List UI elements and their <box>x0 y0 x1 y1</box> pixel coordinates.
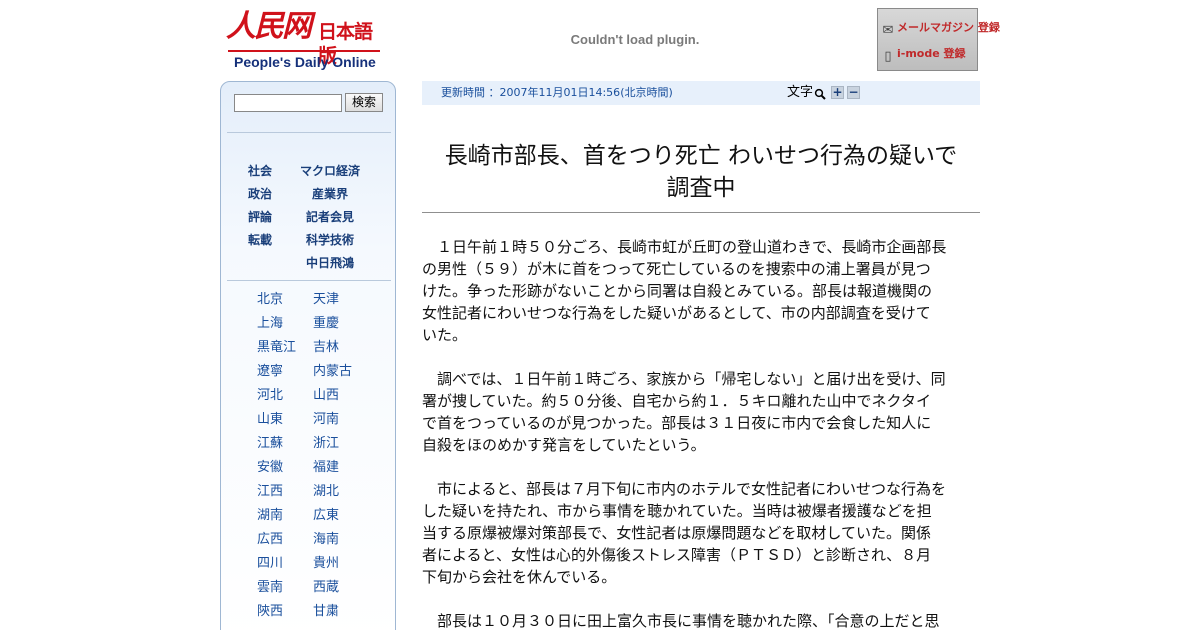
region-link[interactable]: 甘粛 <box>313 604 339 620</box>
region-link[interactable]: 陝西 <box>257 604 283 620</box>
region-link[interactable]: 浙江 <box>313 436 339 452</box>
article-paragraph: 市によると、部長は７月下旬に市内のホテルで女性記者にわいせつな行為を した疑いを… <box>422 480 946 586</box>
region-link[interactable]: 雲南 <box>257 580 283 596</box>
region-link[interactable]: 北京 <box>257 292 283 308</box>
font-size-increase-button[interactable]: + <box>831 86 844 99</box>
logo-english-name: People's Daily Online <box>234 54 376 70</box>
search-button[interactable]: 検索 <box>345 93 383 112</box>
headline-divider <box>422 212 980 213</box>
category-link[interactable]: 政治 <box>248 186 272 202</box>
region-link[interactable]: 重慶 <box>313 316 339 332</box>
category-link[interactable]: 評論 <box>248 209 272 225</box>
region-link[interactable]: 山東 <box>257 412 283 428</box>
sidebar-divider <box>227 280 391 281</box>
sidebar: 検索 社会 政治 評論 転載 マクロ経済 産業界 記者会見 科学技術 中日飛鴻 … <box>220 81 396 630</box>
sidebar-divider <box>227 132 391 133</box>
category-link[interactable]: 科学技術 <box>306 232 354 248</box>
article-paragraph: 部長は１０月３０日に田上富久市長に事情を聴かれた際、「合意の上だと思 <box>422 612 940 630</box>
category-link[interactable]: 転載 <box>248 232 272 248</box>
mail-magazine-label: メールマガジン 登録 <box>897 21 1000 34</box>
plugin-error-message: Couldn't load plugin. <box>570 32 700 47</box>
mail-magazine-register-link[interactable]: ✉ メールマガジン 登録 <box>881 16 1000 40</box>
subscription-promo: ✉ メールマガジン 登録 ▯ i-mode 登録 <box>877 8 1000 71</box>
region-link[interactable]: 河南 <box>313 412 339 428</box>
region-link[interactable]: 西蔵 <box>313 580 339 596</box>
region-link[interactable]: 広東 <box>313 508 339 524</box>
magnifier-icon <box>814 88 826 100</box>
font-size-label: 文字 <box>787 85 814 100</box>
article-info-bar: 更新時間 ：2007年11月01日14:56(北京時間) 文字 + − <box>422 81 980 105</box>
region-link[interactable]: 遼寧 <box>257 364 283 380</box>
headline-line-2: 調査中 <box>666 175 736 201</box>
page: 人民网 日本語版 People's Daily Online Couldn't … <box>0 0 1200 630</box>
envelope-icon: ✉ <box>882 23 894 38</box>
imode-register-link[interactable]: ▯ i-mode 登録 <box>881 42 974 66</box>
category-link[interactable]: マクロ経済 <box>300 163 360 179</box>
region-link[interactable]: 福建 <box>313 460 339 476</box>
article-paragraph: １日午前１時５０分ごろ、長崎市虹が丘町の登山道わきで、長崎市企画部長 の男性（５… <box>422 238 947 344</box>
region-link[interactable]: 安徽 <box>257 460 283 476</box>
region-link[interactable]: 広西 <box>257 532 283 548</box>
update-time-label: 更新時間 ：2007年11月01日14:56 <box>441 86 621 99</box>
region-link[interactable]: 海南 <box>313 532 339 548</box>
region-link[interactable]: 山西 <box>313 388 339 404</box>
article-paragraph: 調べでは、１日午前１時ごろ、家族から「帰宅しない」と届け出を受け、同 署が捜して… <box>422 370 946 454</box>
region-link[interactable]: 上海 <box>257 316 283 332</box>
logo-divider <box>228 50 380 52</box>
imode-label: i-mode 登録 <box>897 47 966 60</box>
font-size-decrease-button[interactable]: − <box>847 86 860 99</box>
article-body: １日午前１時５０分ごろ、長崎市虹が丘町の登山道わきで、長崎市企画部長 の男性（５… <box>422 236 980 630</box>
region-link[interactable]: 内蒙古 <box>313 364 352 380</box>
update-time: 更新時間 ：2007年11月01日14:56(北京時間) <box>441 86 673 100</box>
search-input[interactable] <box>234 94 342 112</box>
region-link[interactable]: 河北 <box>257 388 283 404</box>
mobile-phone-icon: ▯ <box>884 49 892 64</box>
headline-line-1: 長崎市部長、首をつり死亡 わいせつ行為の疑いで <box>444 143 958 169</box>
region-link[interactable]: 四川 <box>257 556 283 572</box>
logo-mark: 人民网 <box>226 9 312 44</box>
region-link[interactable]: 吉林 <box>313 340 339 356</box>
article-headline: 長崎市部長、首をつり死亡 わいせつ行為の疑いで 調査中 <box>422 140 980 204</box>
people-daily-logo[interactable]: 人民网 日本語版 People's Daily Online <box>226 8 386 72</box>
region-link[interactable]: 湖南 <box>257 508 283 524</box>
category-link[interactable]: 社会 <box>248 163 272 179</box>
region-link[interactable]: 貴州 <box>313 556 339 572</box>
region-link[interactable]: 黒竜江 <box>257 340 296 356</box>
category-link[interactable]: 記者会見 <box>306 209 354 225</box>
category-link[interactable]: 産業界 <box>312 186 348 202</box>
region-link[interactable]: 湖北 <box>313 484 339 500</box>
category-link[interactable]: 中日飛鴻 <box>306 255 354 271</box>
timezone-link[interactable]: (北京時間) <box>620 86 673 99</box>
region-link[interactable]: 江蘇 <box>257 436 283 452</box>
region-link[interactable]: 天津 <box>313 292 339 308</box>
region-link[interactable]: 江西 <box>257 484 283 500</box>
